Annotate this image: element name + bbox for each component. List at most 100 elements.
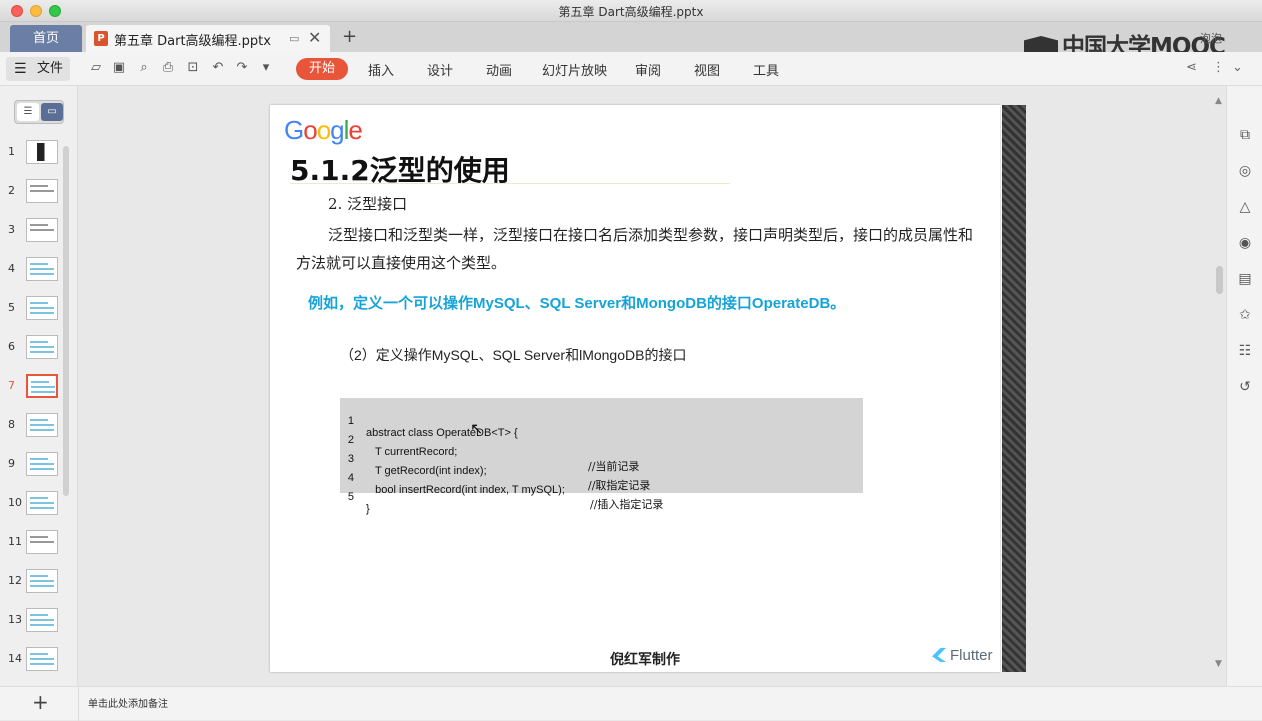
customize-dropdown-icon[interactable]: ▾: [258, 60, 274, 76]
thumbnail-line: [30, 419, 48, 421]
scroll-up-icon[interactable]: ▲: [1215, 96, 1222, 106]
settings-sliders-icon[interactable]: ☷: [1236, 342, 1254, 360]
print-icon[interactable]: ⎙: [160, 60, 176, 76]
thumbnail-line: [30, 429, 54, 431]
slide-thumbnail-preview[interactable]: [26, 335, 58, 359]
add-slide-button[interactable]: +: [32, 690, 49, 714]
code-line: 2 T currentRecord; //当前记录: [340, 422, 640, 473]
tab-home[interactable]: 首页: [10, 25, 82, 52]
menu-insert[interactable]: 插入: [368, 60, 394, 79]
slide-step[interactable]: （2）定义操作MySQL、SQL Server和lMongoDB的接口: [340, 345, 686, 365]
code-block[interactable]: 1 abstract class OperateDB<T> { 2 T curr…: [340, 398, 863, 515]
undo-icon[interactable]: ↶: [210, 60, 226, 76]
slide-thumbnail[interactable]: 4: [0, 257, 70, 287]
slide-thumbnail-preview[interactable]: [26, 413, 58, 437]
thumbnail-line: [30, 619, 54, 621]
slide-thumbnail-preview[interactable]: [26, 608, 58, 632]
slide-thumbnail[interactable]: 6: [0, 335, 70, 365]
collapse-ribbon-icon[interactable]: ⌄: [1232, 60, 1243, 75]
tab-document[interactable]: P 第五章 Dart高级编程.pptx ▭ ✕: [86, 25, 330, 52]
code-line-number: 5: [347, 491, 354, 503]
slide-thumbnail[interactable]: 1: [0, 140, 70, 170]
slide-thumbnail-number: 5: [8, 301, 15, 314]
panel-view-toggle[interactable]: ☰ ▭: [14, 100, 64, 124]
slide-example[interactable]: 例如，定义一个可以操作MySQL、SQL Server和MongoDB的接口Op…: [308, 292, 845, 313]
history-icon[interactable]: ↺: [1236, 378, 1254, 396]
menu-slideshow[interactable]: 幻灯片放映: [542, 60, 607, 79]
slide-thumbnail[interactable]: 12: [0, 569, 70, 599]
save-icon[interactable]: ▣: [111, 60, 127, 76]
thumbnail-line: [30, 536, 48, 538]
close-tab-icon[interactable]: ✕: [308, 28, 321, 47]
slide-thumbnail-preview[interactable]: [26, 257, 58, 281]
redo-icon[interactable]: ↷: [234, 60, 250, 76]
file-menu-button[interactable]: ☰ 文件: [6, 57, 70, 81]
thumbnail-line: [30, 463, 54, 465]
slide-thumbnail[interactable]: 14: [0, 647, 70, 677]
menu-review[interactable]: 审阅: [635, 60, 661, 79]
outline-view-icon[interactable]: ☰: [17, 103, 39, 121]
canvas-scrollbar[interactable]: ▲ ▼: [1214, 96, 1226, 676]
menu-animation[interactable]: 动画: [486, 60, 512, 79]
slide-thumbnail-preview[interactable]: [26, 374, 58, 398]
hamburger-icon: ☰: [14, 61, 27, 77]
thumbnail-line: [30, 458, 48, 460]
thumbnail-line: [30, 190, 54, 192]
fill-icon[interactable]: △: [1236, 198, 1254, 216]
menu-tools[interactable]: 工具: [753, 60, 779, 79]
share-icon[interactable]: ⋖: [1186, 60, 1197, 75]
code-line: 4 bool insertRecord(int index, T mySQL);…: [340, 460, 664, 511]
format-painter-icon[interactable]: ⌕: [136, 60, 152, 76]
print-preview-icon[interactable]: ⊡: [185, 60, 201, 76]
pin-icon[interactable]: ▭: [289, 32, 299, 45]
slide-thumbnail-preview[interactable]: [26, 296, 58, 320]
thumbnail-graphic: [29, 143, 55, 161]
menu-start[interactable]: 开始: [296, 58, 348, 80]
slide-thumbnail-preview[interactable]: [26, 530, 58, 554]
slide-thumbnail[interactable]: 7: [0, 374, 70, 404]
effects-icon[interactable]: ✩: [1236, 306, 1254, 324]
scrollbar-thumb[interactable]: [1216, 266, 1223, 294]
logo-letter: o: [303, 115, 318, 145]
add-tab-button[interactable]: +: [342, 26, 357, 47]
slide-thumbnail[interactable]: 11: [0, 530, 70, 560]
slide-thumbnail[interactable]: 13: [0, 608, 70, 638]
shapes-icon[interactable]: ◎: [1236, 162, 1254, 180]
slide-paragraph[interactable]: 泛型接口和泛型类一样，泛型接口在接口名后添加类型参数，接口声明类型后，接口的成员…: [296, 221, 976, 277]
more-icon[interactable]: ⋮: [1212, 60, 1225, 75]
ribbon-toolbar: ☰ 文件 ▱ ▣ ⌕ ⎙ ⊡ ↶ ↷ ▾ 开始 插入 设计 动画 幻灯片放映 审…: [0, 52, 1262, 86]
slide-thumbnail[interactable]: 3: [0, 218, 70, 248]
menu-view[interactable]: 视图: [694, 60, 720, 79]
thumbnail-view-icon[interactable]: ▭: [41, 103, 63, 121]
slide-subheading[interactable]: 2. 泛型接口: [328, 193, 407, 214]
current-slide[interactable]: Google 5.1.2泛型的使用 2. 泛型接口 泛型接口和泛型类一样，泛型接…: [270, 105, 1000, 672]
notes-placeholder[interactable]: 单击此处添加备注: [88, 695, 168, 710]
slide-thumbnail[interactable]: 10: [0, 491, 70, 521]
menu-design[interactable]: 设计: [427, 60, 453, 79]
user-name[interactable]: 泡泡: [1200, 30, 1222, 46]
slide-thumbnail[interactable]: 9: [0, 452, 70, 482]
scroll-down-icon[interactable]: ▼: [1215, 659, 1222, 669]
slide-thumbnail-preview[interactable]: [26, 569, 58, 593]
thumbnail-line: [30, 224, 48, 226]
thumbnail-line: [30, 263, 48, 265]
transition-icon[interactable]: ▤: [1236, 270, 1254, 288]
slide-thumbnail-preview[interactable]: [26, 218, 58, 242]
slide-layout-icon[interactable]: ⧉: [1236, 126, 1254, 144]
thumbnail-line: [30, 502, 54, 504]
slide-thumbnail[interactable]: 2: [0, 179, 70, 209]
thumbnail-line: [31, 391, 55, 393]
slide-thumbnail-preview[interactable]: [26, 452, 58, 476]
open-folder-icon[interactable]: ▱: [88, 60, 104, 76]
slide-footer-author: 倪红军制作: [610, 652, 680, 668]
slide-thumbnail-preview[interactable]: [26, 647, 58, 671]
thumbnail-line: [31, 386, 55, 388]
slide-thumbnail[interactable]: 5: [0, 296, 70, 326]
thumbnail-line: [30, 346, 54, 348]
slide-thumbnail-number: 6: [8, 340, 15, 353]
animation-icon[interactable]: ◉: [1236, 234, 1254, 252]
slide-thumbnail[interactable]: 8: [0, 413, 70, 443]
slide-thumbnail-preview[interactable]: [26, 179, 58, 203]
slide-thumbnail-preview[interactable]: [26, 491, 58, 515]
slide-thumbnail-preview[interactable]: [26, 140, 58, 164]
